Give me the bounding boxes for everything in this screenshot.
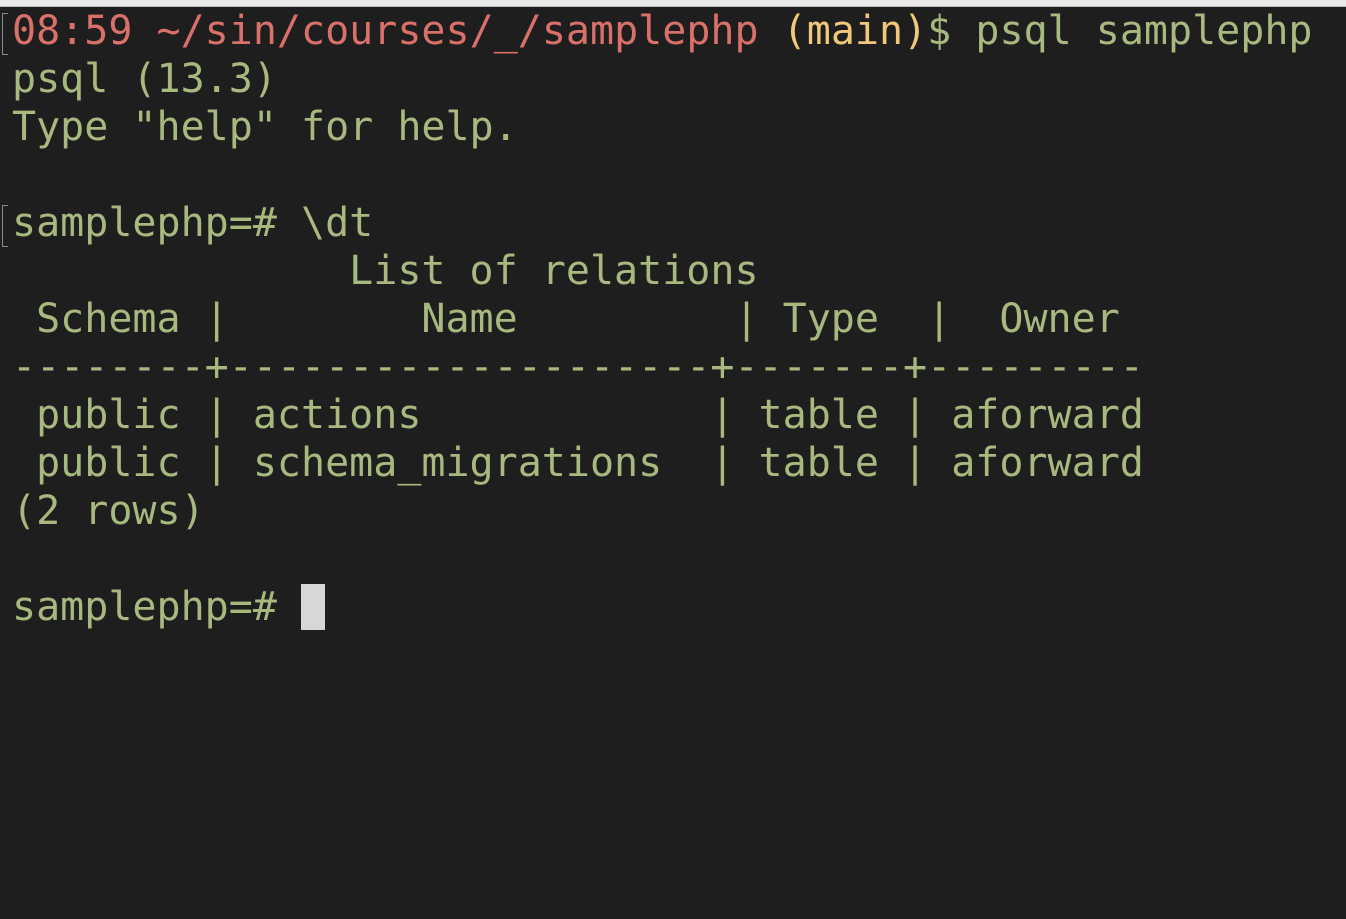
prompt-mark-icon: [2, 13, 8, 55]
row-count: (2 rows): [12, 488, 205, 534]
terminal-cursor[interactable]: [301, 584, 325, 630]
prompt-dollar: $: [927, 8, 952, 54]
psql-input-line[interactable]: samplephp=#: [12, 583, 325, 631]
psql-prompt: samplephp=#: [12, 200, 277, 246]
table-row: public | actions | table | aforward: [12, 392, 1144, 438]
prompt-mark-icon: [2, 205, 8, 247]
shell-command: psql samplephp: [975, 8, 1313, 54]
terminal-window[interactable]: 08:59 ~/sin/courses/_/samplephp (main)$ …: [0, 7, 1346, 668]
relations-table-header: Schema | Name | Type | Owner: [12, 296, 1120, 342]
prompt-git-branch: (main): [782, 8, 928, 54]
window-top-edge: [0, 0, 1346, 7]
psql-version-line: psql (13.3): [12, 56, 277, 102]
relations-table-separator: --------+--------------------+-------+--…: [12, 344, 1144, 390]
prompt-time: 08:59: [12, 8, 133, 54]
psql-command-line: samplephp=# \dt: [12, 199, 373, 247]
psql-command: \dt: [301, 200, 374, 246]
psql-final-prompt: samplephp=#: [12, 584, 277, 630]
psql-help-line: Type "help" for help.: [12, 104, 518, 150]
table-row: public | schema_migrations | table | afo…: [12, 440, 1144, 486]
relations-table-title: List of relations: [12, 248, 759, 294]
shell-prompt-line: 08:59 ~/sin/courses/_/samplephp (main)$ …: [12, 7, 1313, 55]
prompt-path: ~/sin/courses/_/samplephp: [156, 8, 759, 54]
